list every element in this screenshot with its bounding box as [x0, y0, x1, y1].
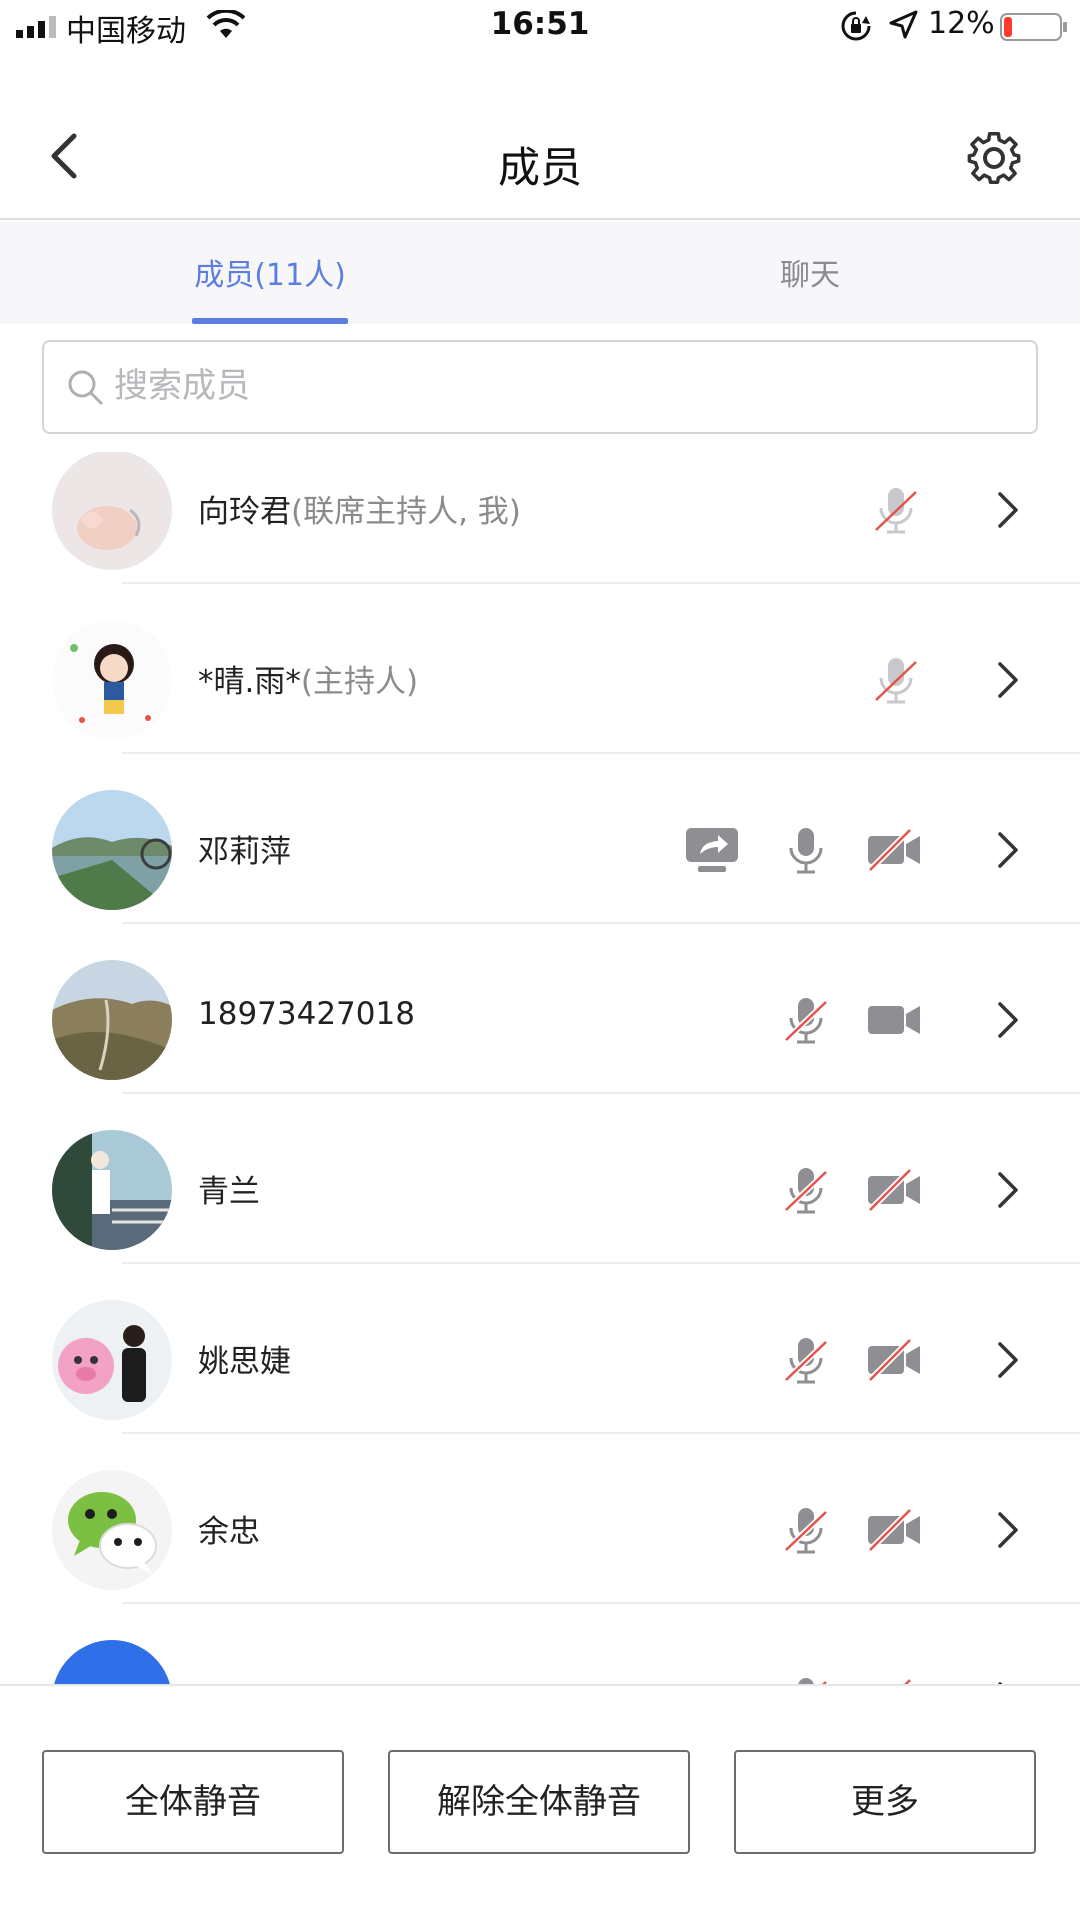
member-row[interactable]: 余忠	[0, 1434, 1080, 1604]
status-bar: 中国移动 16:51 12%	[0, 0, 1080, 56]
status-time: 16:51	[490, 6, 590, 42]
avatar	[52, 1130, 172, 1250]
more-button[interactable]: 更多	[734, 1750, 1036, 1854]
nav-bar: 成员	[0, 56, 1080, 220]
member-row[interactable]: *晴.雨*(主持人)	[0, 584, 1080, 754]
member-row[interactable]: 向玲君(联席主持人, 我)	[0, 452, 1080, 584]
member-name: *晴.雨*	[198, 664, 301, 700]
tab-chat[interactable]: 聊天	[730, 250, 890, 294]
location-arrow-icon	[889, 10, 918, 39]
video-off-icon[interactable]	[866, 1332, 922, 1388]
rotation-lock-icon	[841, 11, 871, 41]
tab-bar: 成员(11人) 聊天	[0, 222, 1080, 324]
member-role: (主持人)	[300, 664, 419, 700]
member-list: 向玲君(联席主持人, 我) *晴.雨*(主持人) 邓莉萍 18973427018…	[0, 452, 1080, 1684]
chevron-right-icon[interactable]	[994, 1508, 1022, 1552]
avatar-text: 张群	[52, 1640, 172, 1684]
avatar	[52, 452, 172, 570]
avatar	[52, 960, 172, 1080]
chevron-right-icon[interactable]	[994, 658, 1022, 702]
tab-members[interactable]: 成员(11人)	[190, 250, 350, 294]
search-input[interactable]	[114, 354, 994, 418]
chevron-right-icon[interactable]	[994, 998, 1022, 1042]
mic-muted-icon[interactable]	[778, 1332, 834, 1388]
search-icon	[68, 370, 103, 405]
avatar	[52, 1470, 172, 1590]
member-row[interactable]: 邓莉萍	[0, 754, 1080, 924]
video-off-icon[interactable]	[866, 822, 922, 878]
member-name: 青兰	[198, 1174, 260, 1210]
avatar-initials: 张群	[52, 1640, 172, 1684]
mic-on-icon[interactable]	[778, 822, 834, 878]
mic-muted-icon[interactable]	[778, 1162, 834, 1218]
chevron-right-icon[interactable]	[994, 488, 1022, 532]
battery-percent: 12%	[928, 6, 995, 41]
video-off-icon[interactable]	[866, 1672, 922, 1684]
video-off-icon[interactable]	[866, 1162, 922, 1218]
chevron-right-icon[interactable]	[994, 828, 1022, 872]
avatar	[52, 620, 172, 740]
gear-icon[interactable]	[964, 128, 1024, 188]
member-name: 18973427018	[198, 996, 415, 1032]
video-on-icon[interactable]	[866, 992, 922, 1048]
active-tab-indicator	[192, 318, 348, 324]
video-off-icon[interactable]	[866, 1502, 922, 1558]
battery-icon	[1000, 13, 1067, 41]
mic-muted-icon[interactable]	[868, 482, 924, 538]
member-role: (联席主持人, 我)	[291, 494, 521, 530]
member-name: 余忠	[198, 1514, 260, 1550]
bottom-action-bar: 全体静音 解除全体静音 更多	[0, 1684, 1080, 1920]
member-name: 邓莉萍	[198, 834, 291, 870]
member-name: 姚思婕	[198, 1344, 291, 1380]
member-row[interactable]: 姚思婕	[0, 1264, 1080, 1434]
avatar	[52, 790, 172, 910]
mic-muted-icon[interactable]	[778, 1502, 834, 1558]
avatar	[52, 1300, 172, 1420]
page-title: 成员	[497, 143, 582, 192]
member-row[interactable]: 18973427018	[0, 924, 1080, 1094]
member-name: 向玲君	[198, 494, 291, 530]
mic-muted-icon[interactable]	[778, 992, 834, 1048]
unmute-all-button[interactable]: 解除全体静音	[388, 1750, 690, 1854]
chevron-right-icon[interactable]	[994, 1168, 1022, 1212]
member-row[interactable]: 青兰	[0, 1094, 1080, 1264]
screen-share-icon[interactable]	[684, 822, 740, 878]
mic-muted-icon[interactable]	[868, 652, 924, 708]
mute-all-button[interactable]: 全体静音	[42, 1750, 344, 1854]
member-row[interactable]: 张群 张群	[0, 1604, 1080, 1684]
search-box[interactable]	[42, 340, 1038, 434]
chevron-right-icon[interactable]	[994, 1338, 1022, 1382]
mic-muted-icon[interactable]	[778, 1672, 834, 1684]
